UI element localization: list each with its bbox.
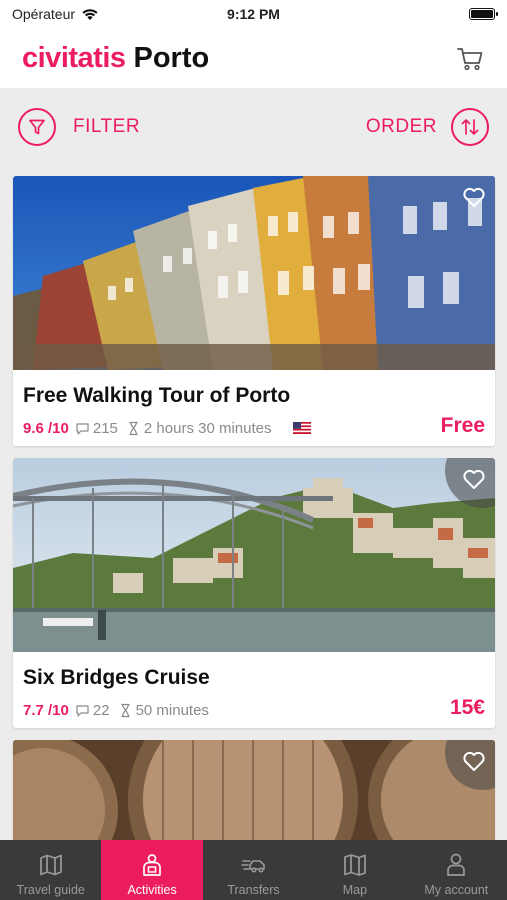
status-bar: Opérateur 9:12 PM — [0, 0, 507, 28]
tab-label: Travel guide — [16, 883, 85, 897]
review-count-value: 215 — [92, 419, 118, 437]
duration-value: 2 hours 30 minutes — [143, 419, 272, 437]
tab-label: Activities — [127, 883, 177, 897]
filter-icon — [18, 108, 56, 146]
tab-map[interactable]: Map — [304, 840, 405, 900]
activity-rating: 9.6 /10 — [23, 419, 69, 437]
carrier: Opérateur — [12, 6, 99, 22]
tab-label: Map — [342, 883, 368, 897]
order-label: ORDER — [365, 116, 437, 137]
duration-value: 50 minutes — [135, 701, 209, 719]
hourglass-icon — [121, 703, 130, 717]
activity-meta: 7.7 /10 22 50 minutes 15€ — [13, 690, 495, 720]
tab-label: Transfers — [227, 883, 280, 897]
bottom-tab-bar: Travel guide Activities Transfers Map My… — [0, 840, 507, 900]
activity-image — [13, 740, 495, 850]
review-count: 215 — [75, 420, 118, 437]
activity-price: Free — [440, 414, 485, 437]
tab-travel-guide[interactable]: Travel guide — [0, 840, 101, 900]
activity-card[interactable] — [13, 740, 495, 850]
activity-image — [13, 176, 495, 370]
map-icon — [344, 854, 366, 876]
tab-label: My account — [424, 883, 489, 897]
carrier-label: Opérateur — [12, 6, 76, 22]
activities-icon — [143, 854, 161, 876]
activity-price: 15€ — [449, 696, 485, 719]
user-icon — [447, 853, 466, 876]
activity-rating: 7.7 /10 — [23, 701, 69, 719]
review-count: 22 — [75, 702, 110, 719]
battery-icon — [469, 8, 498, 20]
cart-icon[interactable] — [455, 43, 485, 73]
comment-icon — [76, 704, 89, 717]
activity-image — [13, 458, 495, 652]
app-header: civitatis Porto — [0, 28, 507, 88]
hourglass-icon — [129, 421, 138, 435]
brand-logo[interactable]: civitatis — [22, 42, 126, 75]
sort-icon — [451, 108, 489, 146]
us-flag-icon — [293, 422, 312, 434]
activity-card[interactable]: Free Walking Tour of Porto 9.6 /10 215 2… — [13, 176, 495, 446]
activity-card[interactable]: Six Bridges Cruise 7.7 /10 22 50 minutes… — [13, 458, 495, 728]
transfer-car-icon — [240, 860, 265, 873]
tab-transfers[interactable]: Transfers — [203, 840, 304, 900]
tab-activities[interactable]: Activities — [101, 840, 203, 900]
wifi-icon — [82, 9, 98, 20]
filter-button[interactable]: FILTER — [18, 108, 140, 146]
activity-meta: 9.6 /10 215 2 hours 30 minutes Free — [13, 408, 495, 438]
duration: 50 minutes — [118, 702, 209, 719]
review-count-value: 22 — [92, 701, 110, 719]
filter-order-bar: FILTER ORDER — [0, 88, 507, 166]
order-button[interactable]: ORDER — [366, 108, 489, 146]
map-book-icon — [39, 854, 62, 876]
favorite-heart-icon[interactable] — [461, 748, 487, 774]
activity-title: Free Walking Tour of Porto — [23, 384, 291, 407]
filter-label: FILTER — [73, 116, 141, 137]
comment-icon — [76, 422, 89, 435]
duration: 2 hours 30 minutes — [126, 419, 272, 437]
activity-title: Six Bridges Cruise — [23, 666, 210, 689]
favorite-heart-icon[interactable] — [461, 466, 487, 492]
tab-my-account[interactable]: My account — [406, 840, 507, 900]
favorite-heart-icon[interactable] — [461, 184, 487, 210]
city-title: Porto — [133, 41, 210, 74]
